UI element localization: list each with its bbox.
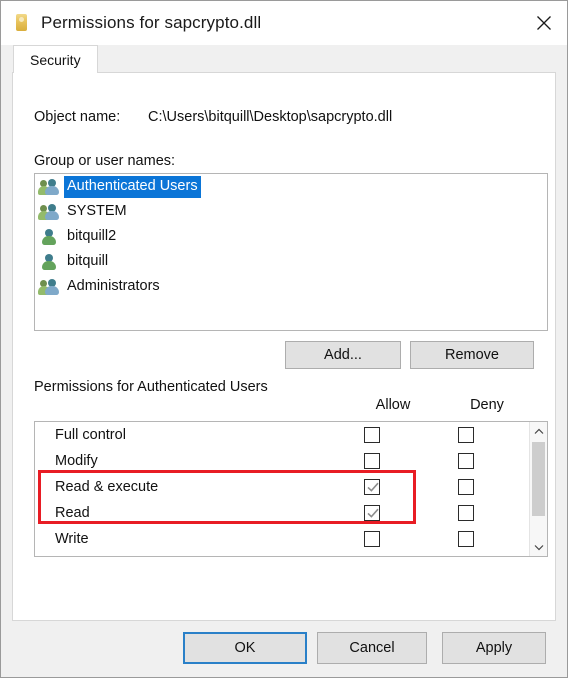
list-item[interactable]: Authenticated Users	[35, 174, 547, 199]
deny-checkbox[interactable]	[458, 479, 474, 495]
list-item-label: bitquill	[67, 252, 109, 269]
chevron-up-icon[interactable]	[530, 422, 547, 440]
apply-button[interactable]: Apply	[442, 632, 546, 664]
permissions-list[interactable]: Full control Modify Read & execute Read …	[34, 421, 548, 557]
remove-button-label: Remove	[445, 347, 499, 363]
list-item-label: Authenticated Users	[64, 175, 201, 198]
permissions-heading: Permissions for Authenticated Users	[34, 379, 268, 395]
table-row[interactable]: Full control	[35, 422, 529, 448]
chevron-down-icon[interactable]	[530, 538, 547, 556]
deny-checkbox[interactable]	[458, 453, 474, 469]
group-or-user-names-list[interactable]: Authenticated Users SYSTEM bitquill2 bit…	[34, 173, 548, 331]
permission-label: Modify	[55, 453, 98, 469]
key-icon	[13, 13, 31, 33]
security-tab-panel: Object name: C:\Users\bitquill\Desktop\sa…	[12, 72, 556, 621]
permission-label: Write	[55, 531, 89, 547]
permissions-dialog: Permissions for sapcrypto.dll Security O…	[0, 0, 568, 678]
title-bar: Permissions for sapcrypto.dll	[1, 1, 567, 45]
ok-button-label: OK	[234, 640, 256, 656]
allow-checkbox[interactable]	[364, 531, 380, 547]
list-item-label: SYSTEM	[67, 202, 127, 219]
window-title: Permissions for sapcrypto.dll	[41, 13, 262, 32]
permission-label: Full control	[55, 427, 126, 443]
close-icon[interactable]	[521, 1, 567, 45]
group-icon	[38, 278, 59, 296]
list-item-label: bitquill2	[67, 227, 117, 244]
allow-checkbox[interactable]	[364, 505, 380, 521]
deny-column-header: Deny	[470, 397, 504, 413]
user-icon	[39, 228, 59, 246]
list-item[interactable]: bitquill2	[35, 224, 547, 249]
group-icon	[38, 203, 59, 221]
cancel-button[interactable]: Cancel	[317, 632, 427, 664]
table-row[interactable]: Modify	[35, 448, 529, 474]
scrollbar[interactable]	[529, 422, 547, 556]
object-name-value: C:\Users\bitquill\Desktop\sapcrypto.dll	[148, 109, 393, 125]
user-icon	[39, 253, 59, 271]
object-name-row: Object name: C:\Users\bitquill\Desktop\sa…	[34, 109, 392, 125]
remove-button[interactable]: Remove	[410, 341, 534, 369]
add-button[interactable]: Add...	[285, 341, 401, 369]
allow-checkbox[interactable]	[364, 427, 380, 443]
scrollbar-thumb[interactable]	[532, 442, 545, 516]
deny-checkbox[interactable]	[458, 505, 474, 521]
tab-strip: Security	[1, 45, 567, 73]
table-row[interactable]: Read & execute	[35, 474, 529, 500]
tab-security[interactable]: Security	[13, 45, 98, 73]
group-or-user-names-label: Group or user names:	[34, 153, 176, 169]
deny-checkbox[interactable]	[458, 531, 474, 547]
tab-security-label: Security	[30, 51, 81, 68]
cancel-button-label: Cancel	[349, 640, 395, 656]
list-item-label: Administrators	[67, 277, 160, 294]
allow-checkbox[interactable]	[364, 479, 380, 495]
apply-button-label: Apply	[475, 640, 513, 656]
permission-label: Read & execute	[55, 479, 159, 495]
deny-checkbox[interactable]	[458, 427, 474, 443]
list-item[interactable]: SYSTEM	[35, 199, 547, 224]
add-button-label: Add...	[324, 347, 362, 363]
allow-checkbox[interactable]	[364, 453, 380, 469]
group-icon	[38, 178, 59, 196]
table-row[interactable]: Read	[35, 500, 529, 526]
table-row[interactable]: Write	[35, 526, 529, 552]
permission-label: Read	[55, 505, 90, 521]
object-name-label: Object name:	[34, 109, 121, 125]
table-row[interactable]: Special permissions	[35, 552, 529, 556]
allow-column-header: Allow	[375, 397, 411, 413]
ok-button[interactable]: OK	[183, 632, 307, 664]
list-item[interactable]: Administrators	[35, 274, 547, 299]
dialog-footer: OK Cancel Apply	[1, 621, 567, 677]
list-item[interactable]: bitquill	[35, 249, 547, 274]
